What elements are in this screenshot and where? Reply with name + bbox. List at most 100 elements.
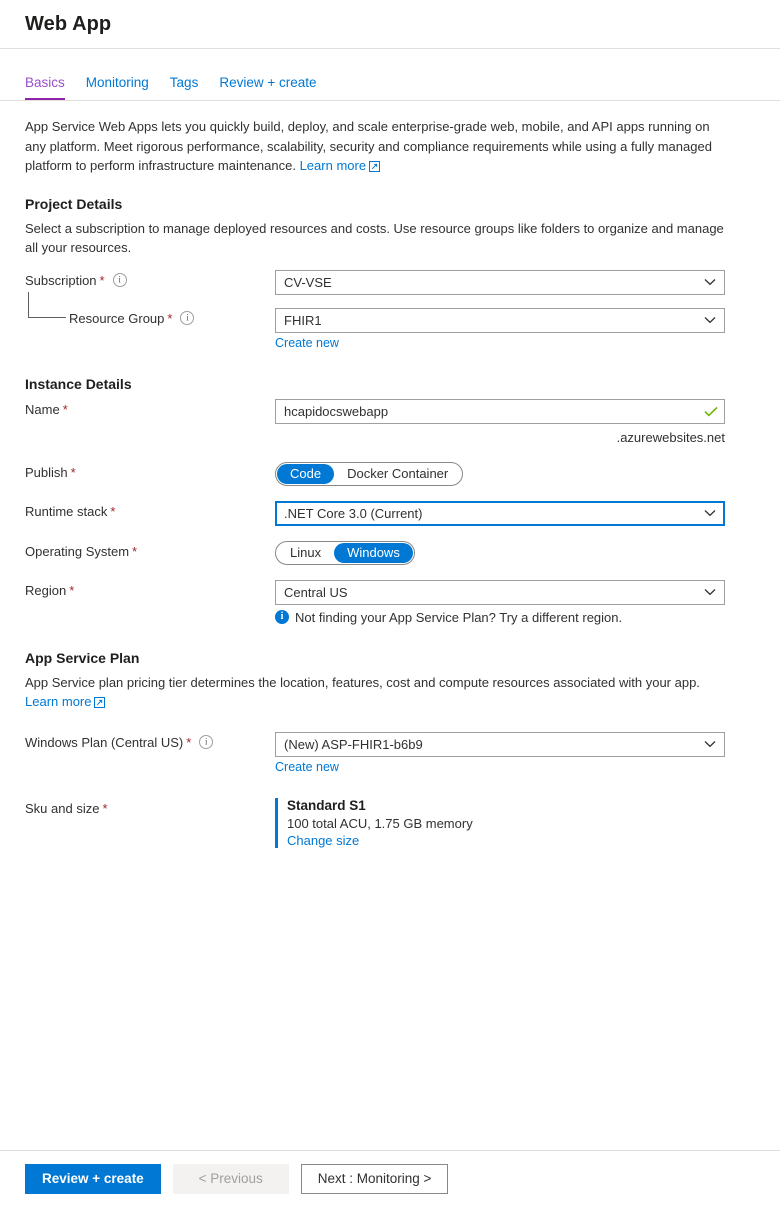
sku-change-size-link[interactable]: Change size bbox=[287, 833, 359, 848]
name-field-col: .azurewebsites.net bbox=[275, 398, 755, 445]
checkmark-icon bbox=[704, 406, 718, 417]
runtime-stack-label: Runtime stack bbox=[25, 503, 108, 519]
operating-system-label: Operating System bbox=[25, 543, 130, 559]
publish-required-marker: * bbox=[70, 464, 76, 480]
sku-label: Sku and size bbox=[25, 800, 100, 816]
window-titlebar: Web App bbox=[0, 0, 780, 49]
subscription-label: Subscription bbox=[25, 272, 97, 288]
chevron-down-icon bbox=[700, 278, 720, 286]
windows-plan-row: Windows Plan (Central US) * i (New) ASP-… bbox=[25, 731, 755, 774]
sku-required-marker: * bbox=[102, 800, 108, 816]
region-dropdown[interactable]: Central US bbox=[275, 579, 725, 605]
app-service-plan-learn-more-link[interactable]: Learn more bbox=[25, 693, 106, 709]
chevron-down-icon bbox=[700, 316, 720, 324]
info-circle-icon[interactable]: i bbox=[180, 311, 195, 325]
resource-group-create-new-link[interactable]: Create new bbox=[275, 336, 339, 350]
resource-group-label-col: Resource Group * i bbox=[25, 291, 275, 326]
resource-group-value: FHIR1 bbox=[284, 312, 322, 328]
operating-system-choice-group: Linux Windows bbox=[275, 540, 415, 565]
page-title: Web App bbox=[25, 12, 112, 35]
os-option-linux[interactable]: Linux bbox=[277, 543, 334, 563]
chevron-down-icon bbox=[700, 588, 720, 596]
tree-connector-line bbox=[28, 291, 66, 318]
resource-group-create-new-wrap: Create new bbox=[275, 336, 755, 350]
name-label-col: Name * bbox=[25, 399, 275, 417]
subscription-field-col: CV-VSE bbox=[275, 269, 755, 295]
region-hint-text: Not finding your App Service Plan? Try a… bbox=[295, 609, 623, 625]
name-required-marker: * bbox=[62, 401, 68, 417]
windows-plan-field-col: (New) ASP-FHIR1-b6b9 Create new bbox=[275, 731, 755, 774]
resource-group-row: Resource Group * i FHIR1 Create new bbox=[25, 291, 755, 350]
operating-system-required-marker: * bbox=[132, 543, 138, 559]
app-service-plan-heading: App Service Plan bbox=[25, 649, 140, 666]
sku-field-col: Standard S1 100 total ACU, 1.75 GB memor… bbox=[275, 797, 755, 848]
windows-plan-value: (New) ASP-FHIR1-b6b9 bbox=[284, 736, 423, 752]
name-textbox[interactable] bbox=[275, 398, 725, 424]
review-create-button[interactable]: Review + create bbox=[25, 1163, 161, 1194]
runtime-stack-required-marker: * bbox=[110, 503, 116, 519]
sku-label-col: Sku and size * bbox=[25, 798, 275, 816]
subscription-required-marker: * bbox=[99, 272, 105, 288]
app-service-plan-description: App Service plan pricing tier determines… bbox=[25, 673, 725, 713]
subscription-row: Subscription * i CV-VSE bbox=[25, 269, 755, 295]
chevron-down-icon bbox=[700, 740, 720, 748]
publish-row: Publish * Code Docker Container bbox=[25, 461, 755, 486]
name-domain-suffix: .azurewebsites.net bbox=[616, 429, 725, 445]
external-link-icon bbox=[369, 158, 381, 178]
resource-group-field-col: FHIR1 Create new bbox=[275, 307, 755, 350]
info-circle-icon[interactable]: i bbox=[199, 735, 214, 749]
tab-monitoring[interactable]: Monitoring bbox=[86, 75, 149, 100]
sku-summary-block: Standard S1 100 total ACU, 1.75 GB memor… bbox=[275, 797, 755, 848]
runtime-stack-label-col: Runtime stack * bbox=[25, 501, 275, 519]
publish-choice-group: Code Docker Container bbox=[275, 461, 464, 486]
os-option-windows[interactable]: Windows bbox=[334, 542, 413, 563]
name-input[interactable] bbox=[284, 400, 704, 422]
subscription-value: CV-VSE bbox=[284, 274, 332, 290]
resource-group-label: Resource Group bbox=[69, 310, 165, 326]
region-field-col: Central US i Not finding your App Servic… bbox=[275, 579, 755, 625]
tab-tags[interactable]: Tags bbox=[170, 75, 199, 100]
info-circle-icon[interactable]: i bbox=[112, 273, 127, 287]
sku-and-size-row: Sku and size * Standard S1 100 total ACU… bbox=[25, 797, 755, 848]
publish-label: Publish bbox=[25, 464, 68, 480]
app-service-plan-learn-more-label: Learn more bbox=[25, 693, 92, 709]
region-row: Region * Central US i Not finding your A… bbox=[25, 579, 755, 625]
windows-plan-label: Windows Plan (Central US) bbox=[25, 734, 184, 750]
runtime-stack-field-col: .NET Core 3.0 (Current) bbox=[275, 500, 755, 526]
windows-plan-create-new-link[interactable]: Create new bbox=[275, 760, 339, 774]
subscription-label-col: Subscription * i bbox=[25, 270, 275, 288]
windows-plan-label-col: Windows Plan (Central US) * i bbox=[25, 732, 275, 750]
publish-option-code[interactable]: Code bbox=[277, 463, 335, 484]
region-label: Region bbox=[25, 582, 67, 598]
intro-learn-more-label: Learn more bbox=[299, 158, 367, 173]
region-hint: i Not finding your App Service Plan? Try… bbox=[275, 610, 755, 625]
form-content: App Service Web Apps lets you quickly bu… bbox=[0, 101, 780, 848]
previous-button: < Previous bbox=[172, 1163, 289, 1194]
windows-plan-dropdown[interactable]: (New) ASP-FHIR1-b6b9 bbox=[275, 731, 725, 757]
intro-learn-more-link[interactable]: Learn more bbox=[299, 158, 381, 173]
sku-tier-title: Standard S1 bbox=[287, 797, 366, 813]
windows-plan-create-new-wrap: Create new bbox=[275, 760, 755, 774]
operating-system-label-col: Operating System * bbox=[25, 541, 275, 559]
runtime-stack-row: Runtime stack * .NET Core 3.0 (Current) bbox=[25, 500, 755, 526]
wizard-tabs: Basics Monitoring Tags Review + create bbox=[0, 49, 780, 101]
subscription-dropdown[interactable]: CV-VSE bbox=[275, 269, 725, 295]
operating-system-row: Operating System * Linux Windows bbox=[25, 540, 755, 565]
chevron-down-icon bbox=[700, 509, 720, 517]
project-details-heading: Project Details bbox=[25, 195, 123, 212]
app-service-plan-description-text: App Service plan pricing tier determines… bbox=[25, 674, 700, 690]
sku-tier-description: 100 total ACU, 1.75 GB memory bbox=[287, 815, 473, 831]
next-monitoring-button[interactable]: Next : Monitoring > bbox=[300, 1163, 449, 1194]
tab-basics[interactable]: Basics bbox=[25, 75, 65, 100]
publish-option-docker-container[interactable]: Docker Container bbox=[334, 464, 461, 484]
operating-system-field-col: Linux Windows bbox=[275, 540, 755, 565]
publish-label-col: Publish * bbox=[25, 462, 275, 480]
runtime-stack-dropdown[interactable]: .NET Core 3.0 (Current) bbox=[275, 500, 725, 526]
resource-group-dropdown[interactable]: FHIR1 bbox=[275, 307, 725, 333]
region-value: Central US bbox=[284, 584, 348, 600]
wizard-footer: Review + create < Previous Next : Monito… bbox=[0, 1150, 780, 1206]
tab-review-create[interactable]: Review + create bbox=[219, 75, 316, 100]
name-row: Name * .azurewebsites.net bbox=[25, 398, 755, 445]
name-label: Name bbox=[25, 401, 60, 417]
publish-field-col: Code Docker Container bbox=[275, 461, 755, 486]
